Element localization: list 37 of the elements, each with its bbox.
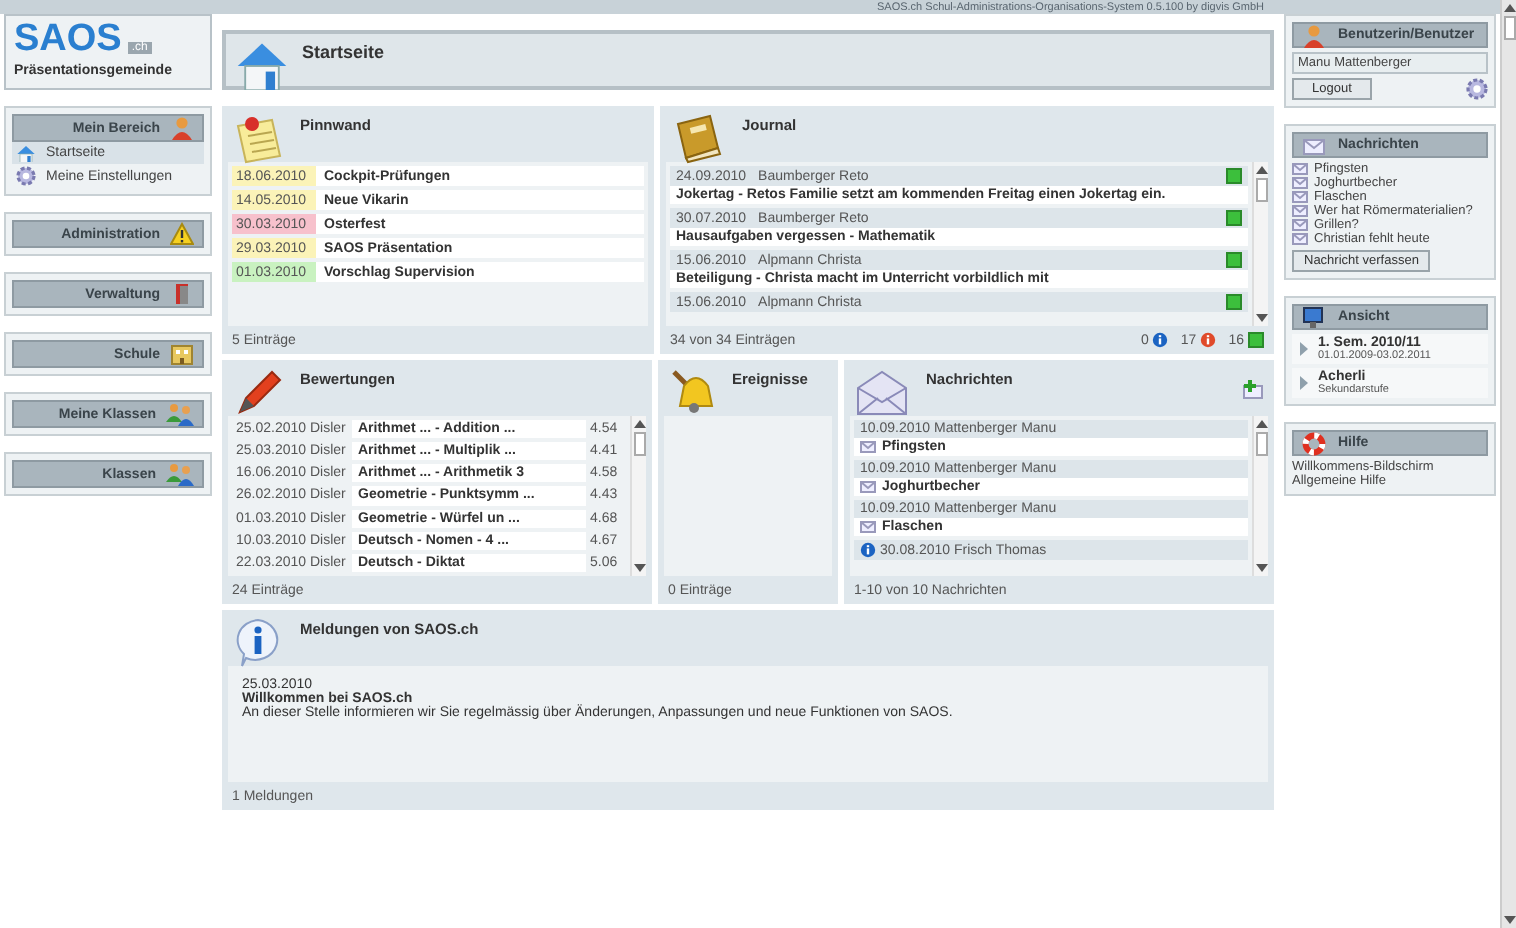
people-icon	[166, 402, 194, 427]
bell-icon	[668, 366, 716, 418]
scrollbar[interactable]	[1252, 162, 1268, 326]
envelope-icon	[1302, 135, 1326, 155]
page-scrollbar[interactable]	[1500, 0, 1516, 928]
cabinet-icon	[170, 282, 194, 307]
status-square-icon	[1226, 168, 1242, 184]
message-icon	[860, 520, 876, 534]
envelope-icon	[854, 366, 910, 418]
new-message-button[interactable]	[1242, 380, 1264, 400]
pen-icon	[232, 366, 284, 418]
status-square-icon	[1226, 210, 1242, 226]
warning-icon	[170, 222, 194, 247]
status-square-icon	[1226, 294, 1242, 310]
alert-icon	[1200, 332, 1217, 348]
logo-text: SAOS	[14, 20, 122, 60]
monitor-icon	[1302, 305, 1326, 329]
status-square-icon	[1226, 252, 1242, 268]
scrollbar[interactable]	[630, 416, 646, 576]
person-icon	[1302, 23, 1326, 47]
building-icon	[170, 342, 194, 367]
person-icon	[170, 116, 194, 140]
note-icon	[232, 112, 284, 164]
page-title: Startseite	[302, 40, 385, 66]
house-icon	[234, 38, 290, 91]
scrollbar[interactable]	[1252, 416, 1268, 576]
message-icon	[860, 440, 876, 454]
message-icon	[860, 480, 876, 494]
people-icon	[166, 462, 194, 487]
envelope-plus-icon	[1242, 380, 1264, 400]
lifebuoy-icon	[1302, 431, 1326, 455]
gear-icon	[1466, 78, 1488, 100]
gear-icon	[16, 166, 36, 187]
status-square-icon	[1248, 332, 1264, 348]
info-icon	[1152, 332, 1169, 348]
house-icon	[16, 144, 36, 163]
info-icon	[860, 542, 876, 558]
